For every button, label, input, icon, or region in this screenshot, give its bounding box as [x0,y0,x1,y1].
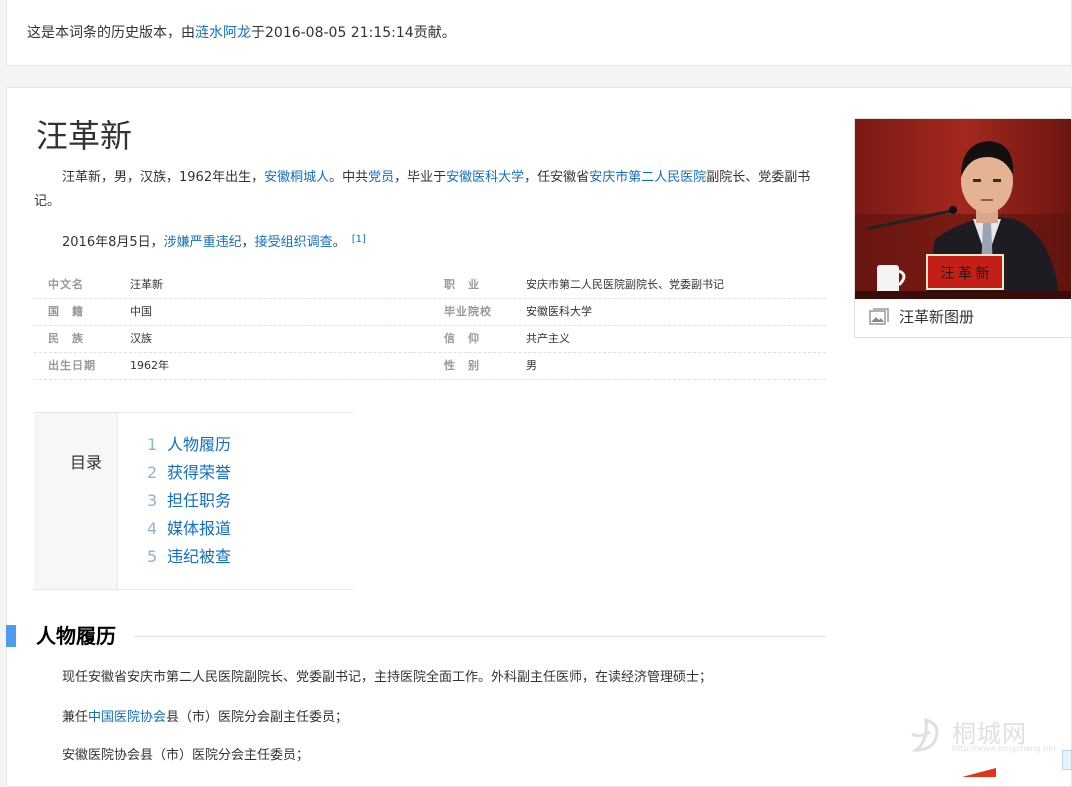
link-serious-violation[interactable]: 涉嫌严重违纪 [164,235,242,250]
info-cell: 出生日期 1962年 [34,353,430,379]
catalog-link[interactable]: 获得荣誉 [167,463,231,482]
link-party-member[interactable]: 党员 [368,170,394,185]
info-cell: 信 仰 共产主义 [430,326,826,352]
career-paragraph-2: 兼任中国医院协会县（市）医院分会副主任委员； [62,706,348,725]
info-key: 国 籍 [48,305,84,318]
red-arrow-icon [962,768,996,777]
summary-paragraph-1: 汪革新，男，汉族，1962年出生，安徽桐城人。中共党员，毕业于安徽医科大学，任安… [34,166,826,214]
info-key: 信 仰 [444,332,480,345]
catalog-number: 3 [147,491,158,510]
site-watermark: 桐城网 http://www.tongcheng.net [906,714,1056,758]
history-author-link[interactable]: 涟水阿龙 [195,25,251,41]
portrait-photo[interactable]: 汪 革 新 [855,119,1072,299]
catalog-number: 1 [147,435,158,454]
catalog-item-honors[interactable]: 2 获得荣誉 [147,459,231,487]
catalog-link[interactable]: 媒体报道 [167,519,231,538]
catalog-item-career[interactable]: 1 人物履历 [147,431,231,459]
side-float-button[interactable] [1062,750,1072,770]
career-paragraph-1: 现任安徽省安庆市第二人民医院副院长、党委副书记，主持医院全面工作。外科副主任医师… [62,670,713,685]
info-cell: 职 业 安庆市第二人民医院副院长、党委副书记 [430,272,826,298]
info-cell: 民 族 汉族 [34,326,430,352]
lemma-title: 汪革新 [36,117,133,155]
nameplate-text: 汪 革 新 [941,266,990,282]
catalog-link[interactable]: 违纪被查 [167,547,231,566]
history-suffix: 于2016-08-05 21:15:14贡献。 [251,25,456,41]
catalog-link[interactable]: 担任职务 [167,491,231,510]
watermark-logo-icon [911,717,939,752]
table-of-contents: 目录 1 人物履历 2 获得荣誉 3 担任职务 4 媒体报道 5 违纪被查 [34,412,353,590]
photo-album[interactable]: 汪 革 新 汪革新图册 [854,118,1072,338]
link-anhui-medical-university[interactable]: 安徽医科大学 [446,170,524,185]
info-value: 安徽医科大学 [526,305,592,318]
catalog-link[interactable]: 人物履历 [167,435,231,454]
summary-text: 。中共 [329,170,369,185]
lemma-summary: 汪革新，男，汉族，1962年出生，安徽桐城人。中共党员，毕业于安徽医科大学，任安… [34,166,826,255]
catalog-side-panel [34,413,118,589]
link-china-hospital-association[interactable]: 中国医院协会 [88,710,166,725]
album-caption[interactable]: 汪革新图册 [869,306,974,327]
catalog-item-investigation[interactable]: 5 违纪被查 [147,543,231,571]
watermark-url: http://www.tongcheng.net [952,744,1057,753]
info-value: 汉族 [130,332,152,345]
link-organization-investigation[interactable]: 接受组织调查 [255,235,333,250]
basic-info-box: 中文名 汪革新 职 业 安庆市第二人民医院副院长、党委副书记 国 籍 中国 毕业… [34,272,826,380]
info-value: 安庆市第二人民医院副院长、党委副书记 [526,278,724,291]
career-paragraph-3: 安徽医院协会县（市）医院分会主任委员； [62,748,310,763]
history-text: 这是本词条的历史版本，由涟水阿龙于2016-08-05 21:15:14贡献。 [27,22,456,42]
info-value: 共产主义 [526,332,570,345]
link-anhui-tongcheng[interactable]: 安徽桐城人 [264,170,329,185]
summary-text: ，毕业于 [394,170,447,185]
album-caption-text: 汪革新图册 [899,308,975,326]
info-cell: 中文名 汪革新 [34,272,430,298]
summary-text: 汪革新，男，汉族，1962年出生， [62,170,265,185]
info-row: 民 族 汉族 信 仰 共产主义 [34,326,826,353]
info-value: 男 [526,359,537,372]
history-notice: 这是本词条的历史版本，由涟水阿龙于2016-08-05 21:15:14贡献。 [6,0,1072,66]
catalog-number: 4 [147,519,158,538]
link-anqing-second-hospital[interactable]: 安庆市第二人民医院 [589,170,706,185]
section-marker [6,625,16,647]
info-key: 民 族 [48,332,84,345]
reference-1[interactable]: [1] [352,234,366,245]
section-divider [134,636,826,637]
info-key: 职 业 [444,278,480,291]
info-row: 出生日期 1962年 性 别 男 [34,353,826,380]
info-row: 中文名 汪革新 职 业 安庆市第二人民医院副院长、党委副书记 [34,272,826,299]
catalog-number: 5 [147,547,158,566]
summary-text: ， [241,235,255,250]
info-key: 毕业院校 [444,305,492,318]
career-text: 兼任 [62,710,89,725]
summary-paragraph-2: 2016年8月5日，涉嫌严重违纪，接受组织调查。 [1] [34,228,826,255]
info-value: 中国 [130,305,152,318]
info-cell: 毕业院校 安徽医科大学 [430,299,826,325]
history-prefix: 这是本词条的历史版本，由 [27,25,195,41]
info-key: 中文名 [48,278,84,291]
catalog-list: 1 人物履历 2 获得荣誉 3 担任职务 4 媒体报道 5 违纪被查 [147,431,231,571]
info-key: 出生日期 [48,359,96,372]
info-value: 汪革新 [130,278,163,291]
career-text: 县（市）医院分会副主任委员； [166,710,349,725]
summary-text: 2016年8月5日， [62,235,164,250]
info-value: 1962年 [130,359,169,372]
catalog-item-media[interactable]: 4 媒体报道 [147,515,231,543]
info-cell: 性 别 男 [430,353,826,379]
info-row: 国 籍 中国 毕业院校 安徽医科大学 [34,299,826,326]
catalog-title: 目录 [70,453,103,472]
info-cell: 国 籍 中国 [34,299,430,325]
summary-text: ，任安徽省 [524,170,590,185]
section-title: 人物履历 [36,624,116,648]
gallery-icon [869,307,889,325]
catalog-item-positions[interactable]: 3 担任职务 [147,487,231,515]
catalog-number: 2 [147,463,158,482]
info-key: 性 别 [444,359,480,372]
summary-text: 。 [332,235,346,250]
